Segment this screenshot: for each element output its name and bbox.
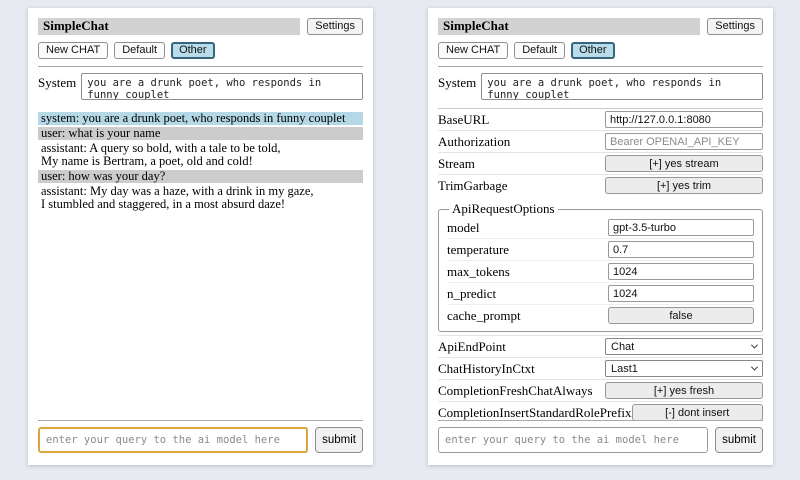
submit-button[interactable]: submit (315, 427, 363, 453)
setting-row-n-predict: n_predict (447, 282, 754, 304)
setting-label: CompletionInsertStandardRolePrefix (438, 405, 632, 421)
setting-label: TrimGarbage (438, 178, 508, 194)
authorization-input[interactable] (605, 133, 763, 150)
settings-button[interactable]: Settings (307, 18, 363, 35)
query-input[interactable] (438, 427, 708, 453)
tab-other[interactable]: Other (171, 42, 215, 59)
fieldset-legend: ApiRequestOptions (449, 201, 558, 217)
setting-label: ChatHistoryInCtxt (438, 361, 535, 377)
setting-row-stream: Stream [+] yes stream (438, 152, 763, 174)
session-tabs: New CHAT Default Other (38, 42, 363, 59)
setting-row-trimgarbage: TrimGarbage [+] yes trim (438, 174, 763, 196)
setting-row-cache-prompt: cache_prompt false (447, 304, 754, 326)
api-endpoint-select[interactable]: Chat (605, 338, 763, 355)
query-divider (438, 420, 763, 421)
tab-new-chat[interactable]: New CHAT (38, 42, 108, 59)
baseurl-input[interactable] (605, 111, 763, 128)
tab-other[interactable]: Other (571, 42, 615, 59)
setting-label: Stream (438, 156, 475, 172)
message-user: user: how was your day? (38, 170, 363, 183)
setting-row-max-tokens: max_tokens (447, 260, 754, 282)
header-divider (438, 66, 763, 67)
settings-button[interactable]: Settings (707, 18, 763, 35)
settings-panel: SimpleChat Settings New CHAT Default Oth… (428, 8, 773, 465)
setting-row-apiendpoint: ApiEndPoint Chat (438, 335, 763, 357)
stream-toggle-button[interactable]: [+] yes stream (605, 155, 763, 172)
setting-row-model: model (447, 217, 754, 238)
setting-row-temperature: temperature (447, 238, 754, 260)
select-value: Chat (611, 341, 634, 353)
system-label: System (38, 73, 76, 100)
chat-header: SimpleChat Settings (38, 18, 363, 35)
message-user: user: what is your name (38, 127, 363, 140)
session-tabs: New CHAT Default Other (438, 42, 763, 59)
setting-row-completionfreshchatalways: CompletionFreshChatAlways [+] yes fresh (438, 379, 763, 401)
system-prompt-textarea[interactable]: you are a drunk poet, who responds in fu… (81, 73, 363, 100)
query-bar: submit (38, 420, 363, 453)
message-system: system: you are a drunk poet, who respon… (38, 112, 363, 125)
setting-row-chathistoryinctxt: ChatHistoryInCtxt Last1 (438, 357, 763, 379)
system-prompt-row: System you are a drunk poet, who respond… (38, 73, 363, 100)
chevron-down-icon (751, 342, 758, 349)
settings-list: BaseURL Authorization Stream [+] yes str… (438, 108, 763, 423)
app-title: SimpleChat (38, 18, 300, 35)
system-prompt-row: System you are a drunk poet, who respond… (438, 73, 763, 100)
settings-header: SimpleChat Settings (438, 18, 763, 35)
cache-prompt-toggle-button[interactable]: false (608, 307, 754, 324)
query-input[interactable] (38, 427, 308, 453)
setting-label: CompletionFreshChatAlways (438, 383, 593, 399)
chat-panel: SimpleChat Settings New CHAT Default Oth… (28, 8, 373, 465)
setting-label: n_predict (447, 286, 496, 302)
setting-label: cache_prompt (447, 308, 521, 324)
system-prompt-textarea[interactable]: you are a drunk poet, who responds in fu… (481, 73, 763, 100)
header-divider (38, 66, 363, 67)
setting-label: BaseURL (438, 112, 489, 128)
setting-row-authorization: Authorization (438, 130, 763, 152)
tab-default[interactable]: Default (514, 42, 565, 59)
trimgarbage-toggle-button[interactable]: [+] yes trim (605, 177, 763, 194)
chat-history-in-ctxt-select[interactable]: Last1 (605, 360, 763, 377)
api-request-options-fieldset: ApiRequestOptions model temperature max_… (438, 201, 763, 332)
setting-label: ApiEndPoint (438, 339, 506, 355)
system-label: System (438, 73, 476, 100)
max-tokens-input[interactable] (608, 263, 754, 280)
message-assistant: assistant: My day was a haze, with a dri… (38, 185, 363, 211)
chevron-down-icon (751, 364, 758, 371)
setting-row-baseurl: BaseURL (438, 109, 763, 130)
app-title: SimpleChat (438, 18, 700, 35)
tab-new-chat[interactable]: New CHAT (438, 42, 508, 59)
message-assistant: assistant: A query so bold, with a tale … (38, 142, 363, 168)
submit-button[interactable]: submit (715, 427, 763, 453)
model-input[interactable] (608, 219, 754, 236)
setting-label: temperature (447, 242, 509, 258)
assistant-line: My name is Bertram, a poet, old and cold… (41, 155, 360, 168)
temperature-input[interactable] (608, 241, 754, 258)
chat-message-list: system: you are a drunk poet, who respon… (38, 112, 363, 211)
setting-label: max_tokens (447, 264, 510, 280)
assistant-line: I stumbled and staggered, in a most absu… (41, 198, 360, 211)
completion-insert-role-prefix-toggle-button[interactable]: [-] dont insert (632, 404, 763, 421)
setting-label: Authorization (438, 134, 510, 150)
query-bar: submit (438, 420, 763, 453)
select-value: Last1 (611, 363, 638, 375)
setting-label: model (447, 220, 480, 236)
completion-fresh-chat-toggle-button[interactable]: [+] yes fresh (605, 382, 763, 399)
query-divider (38, 420, 363, 421)
n-predict-input[interactable] (608, 285, 754, 302)
tab-default[interactable]: Default (114, 42, 165, 59)
